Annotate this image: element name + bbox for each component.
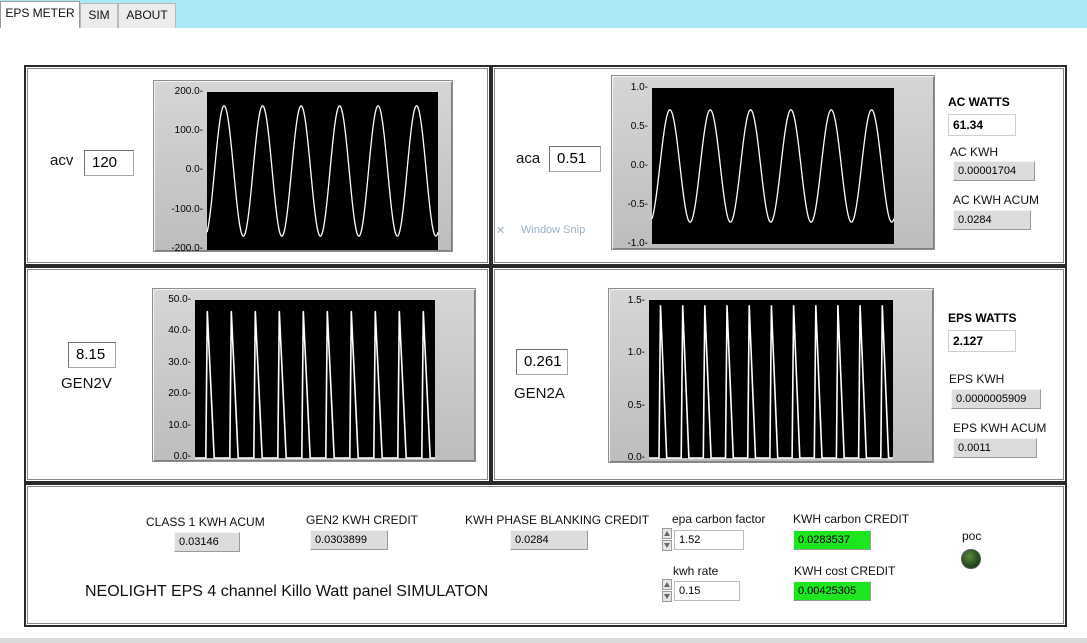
kwh-carbon-credit-value: 0.0283537 xyxy=(793,530,871,550)
gen2v-waveform xyxy=(195,311,435,459)
gen2-kwh-credit-value: 0.0303899 xyxy=(310,530,388,550)
gen2a-ytick: 0.5- xyxy=(627,400,645,411)
aca-trace xyxy=(651,109,895,223)
window-snip-overlay: Window Snip xyxy=(521,224,586,236)
kwh-rate-stepper[interactable] xyxy=(662,579,672,603)
aca-ytick: 1.0- xyxy=(630,82,648,93)
aca-waveform xyxy=(651,109,895,223)
kwh-carbon-credit-label: KWH carbon CREDIT xyxy=(793,512,910,526)
acv-ytick: 0.0- xyxy=(185,164,203,175)
ac-kwh-value: 0.00001704 xyxy=(953,161,1035,181)
tab-about[interactable]: ABOUT xyxy=(118,3,176,28)
poc-label: poc xyxy=(962,529,982,543)
ac-kwh-acum-value: 0.0284 xyxy=(953,210,1031,230)
increment-arrow-icon[interactable] xyxy=(662,528,672,539)
gen2-kwh-credit-label: GEN2 KWH CREDIT xyxy=(306,513,419,527)
gen2v-ytick: 40.0- xyxy=(168,325,191,336)
close-icon: ✕ xyxy=(496,225,506,237)
gen2a-value[interactable]: 0.261 xyxy=(516,349,568,375)
kwh-rate-input[interactable]: 0.15 xyxy=(674,581,740,601)
eps-kwh-acum-value: 0.0011 xyxy=(953,438,1037,458)
gen2v-value[interactable]: 8.15 xyxy=(68,342,116,368)
ac-watts-label: AC WATTS xyxy=(948,95,1010,109)
eps-watts-label: EPS WATTS xyxy=(948,311,1017,325)
kwh-phase-blanking-credit-value: 0.0284 xyxy=(510,530,588,550)
eps-kwh-value: 0.0000005909 xyxy=(951,389,1041,409)
class1-kwh-acum-label: CLASS 1 KWH ACUM xyxy=(146,515,265,529)
acv-trace xyxy=(206,105,439,237)
acv-ytick: -200.0- xyxy=(171,243,203,254)
gen2v-label: GEN2V xyxy=(61,375,112,392)
kwh-cost-credit-value: 0.00425305 xyxy=(793,581,871,601)
decrement-arrow-icon[interactable] xyxy=(662,540,672,551)
ac-kwh-acum-label: AC KWH ACUM xyxy=(953,193,1040,207)
aca-label: aca xyxy=(516,150,541,167)
aca-plot-area xyxy=(651,88,895,244)
ac-watts-value: 61.34 xyxy=(948,114,1016,136)
epa-carbon-factor-stepper[interactable] xyxy=(662,528,672,552)
decrement-arrow-icon[interactable] xyxy=(662,591,672,602)
gen2a-trace xyxy=(649,305,893,459)
gen2v-ytick: 0.0- xyxy=(173,451,191,462)
aca-ytick: -1.0- xyxy=(627,238,648,249)
gen2v-ytick: 30.0- xyxy=(168,357,191,368)
acv-plot-area xyxy=(206,92,439,250)
eps-kwh-acum-label: EPS KWH ACUM xyxy=(953,421,1047,435)
window-bottom-edge xyxy=(0,638,1087,643)
ac-kwh-label: AC KWH xyxy=(950,145,998,159)
eps-watts-value: 2.127 xyxy=(948,330,1016,352)
gen2v-ytick: 20.0- xyxy=(168,388,191,399)
panel-title: NEOLIGHT EPS 4 channel Killo Watt panel … xyxy=(85,583,489,600)
gen2a-label: GEN2A xyxy=(514,385,565,402)
gen2a-plot-area xyxy=(649,300,893,459)
acv-value[interactable]: 120 xyxy=(84,150,134,176)
aca-ytick: 0.5- xyxy=(630,121,648,132)
gen2v-plot-area xyxy=(195,300,435,459)
gen2a-ytick: 1.5- xyxy=(627,295,645,306)
tab-eps-meter[interactable]: EPS METER xyxy=(0,1,80,30)
epa-carbon-factor-input[interactable]: 1.52 xyxy=(674,530,744,550)
acv-ytick: 200.0- xyxy=(174,86,203,97)
epa-carbon-factor-label: epa carbon factor xyxy=(672,512,766,526)
acv-ytick: -100.0- xyxy=(171,204,203,215)
tab-sim[interactable]: SIM xyxy=(80,3,118,28)
gen2a-ytick: 0.0- xyxy=(627,452,645,463)
acv-label: acv xyxy=(50,152,74,169)
gen2v-trace xyxy=(195,311,435,459)
summary-panel xyxy=(24,483,1067,627)
class1-kwh-acum-value: 0.03146 xyxy=(174,532,240,552)
acv-ytick: 100.0- xyxy=(174,125,203,136)
kwh-phase-blanking-credit-label: KWH PHASE BLANKING CREDIT xyxy=(465,513,650,527)
aca-ytick: 0.0- xyxy=(630,160,648,171)
kwh-rate-label: kwh rate xyxy=(673,564,719,578)
gen2v-ytick: 10.0- xyxy=(168,420,191,431)
gen2a-waveform xyxy=(649,305,893,459)
increment-arrow-icon[interactable] xyxy=(662,579,672,590)
aca-ytick: -0.5- xyxy=(627,199,648,210)
eps-kwh-label: EPS KWH xyxy=(949,372,1005,386)
gen2v-ytick: 50.0- xyxy=(168,294,191,305)
acv-waveform xyxy=(206,105,439,237)
poc-led-indicator[interactable] xyxy=(961,549,981,569)
kwh-cost-credit-label: KWH cost CREDIT xyxy=(794,564,896,578)
gen2a-ytick: 1.0- xyxy=(627,347,645,358)
aca-value[interactable]: 0.51 xyxy=(549,146,601,172)
